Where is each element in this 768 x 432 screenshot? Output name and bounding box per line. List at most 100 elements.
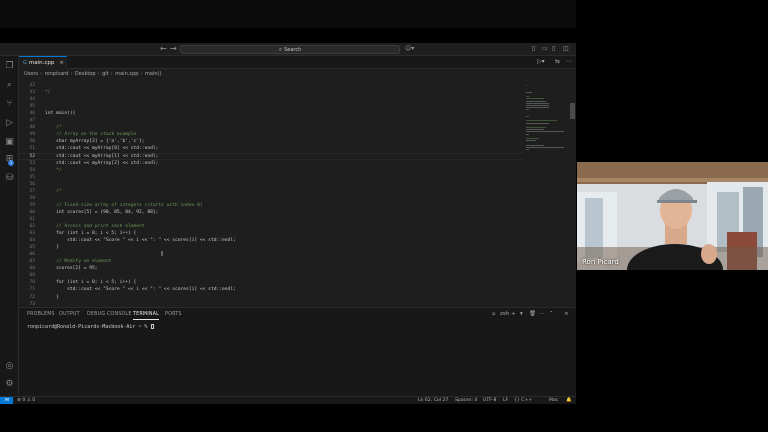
activity-bar: ❐ ⌕ ⑂ ▷ ▣ ⊞ 1 ⛁ ◎ ⚙ [0,56,19,396]
new-terminal-icon[interactable]: + [511,311,516,317]
code-line[interactable]: std::cout << myArray[2] << std::endl; [45,161,158,166]
line-number: 69 [29,273,35,279]
settings-gear-icon[interactable]: ⚙ [4,379,15,390]
toggle-panel-icon[interactable]: ▭ [542,45,548,52]
close-tab-icon[interactable]: × [59,57,64,69]
screen: ← → ⌕ Search ☺▾ ▯ ▭ ▯ ◫ ❐ ⌕ ⑂ ▷ ▣ ⊞ 1 ⛁ ◎… [0,0,768,432]
tab-problems[interactable]: PROBLEMS [27,312,55,317]
minimap-line [526,138,540,139]
minimap[interactable] [523,80,569,342]
notifications-bell-icon[interactable]: 🔔 [566,398,572,403]
code-line[interactable]: /* [45,189,62,194]
kill-terminal-icon[interactable]: 🗑 [529,311,536,317]
language-mode[interactable]: {} C++ [514,398,532,403]
minimap-line [526,100,546,102]
compare-icon[interactable]: ⇆ [555,58,560,65]
code-line[interactable]: */ [45,90,51,95]
breadcrumb-item[interactable]: Users [24,71,38,77]
line-number: 54 [29,167,35,173]
code-line[interactable]: for (int i = 0; i < 5; i++) { [45,231,136,236]
minimap-line [526,140,537,142]
minimap-line [526,98,545,100]
more-panel-actions-icon[interactable]: ⋯ [539,311,545,317]
split-terminal-icon[interactable]: ▾ [520,311,523,317]
run-file-icon[interactable]: ▷▾ [537,58,545,65]
code-line[interactable]: char myArray[3] = {'a','b','c'}; [45,139,145,144]
minimap-line [526,102,549,104]
search-view-icon[interactable]: ⌕ [4,80,15,91]
forward-arrow-icon[interactable]: → [170,44,177,53]
platform-label[interactable]: Mac [549,398,558,403]
line-number: 46 [29,111,35,117]
code-line[interactable]: scores[2] = 95; [45,266,98,271]
breadcrumb-item[interactable]: git [102,71,109,77]
code-line[interactable]: int scores[5] = {90, 85, 84, 92, 88}; [45,210,158,215]
terminal-shell-label[interactable]: zsh [500,311,509,317]
toggle-sidebar-icon[interactable]: ▯ [532,45,535,52]
tab-ports[interactable]: PORTS [165,312,182,317]
error-count: 0 [22,398,26,403]
breadcrumb-item[interactable]: main.cpp [115,71,138,77]
minimap-line [526,149,529,150]
code-line[interactable]: std::cout << "Score " << i << ": " << sc… [45,287,236,292]
line-number: 51 [29,146,35,152]
encoding[interactable]: UTF-8 [483,398,496,403]
code-line[interactable]: for (int i = 0; i < 5; i++) { [45,280,136,285]
copilot-icon[interactable]: ☺▾ [405,45,414,52]
account-icon[interactable]: ◎ [4,361,15,372]
terminal-output[interactable]: ronpicard@Ronald-Picards-Macbook-Air ~ % [27,324,155,330]
maximize-panel-icon[interactable]: ⌃ [549,311,554,317]
webcam-video: Ron Picard [577,162,768,270]
code-line[interactable]: // Fixed-size array of integers (starts … [45,203,203,208]
database-icon[interactable]: ⛁ [4,173,15,184]
code-line[interactable]: // Modify an element [45,259,111,264]
line-number: 66 [29,252,35,258]
source-control-icon[interactable]: ⑂ [4,99,15,110]
code-line[interactable]: // Access and print each element [45,224,145,229]
code-line[interactable]: std::cout << "Score " << i << ": " << sc… [45,238,236,243]
line-number: 71 [29,287,35,293]
code-line[interactable]: // Array on the stack example [45,132,136,137]
run-debug-icon[interactable]: ▷ [4,118,15,129]
code-line[interactable]: std::cout << myArray[1] << std::endl; [45,154,158,159]
cursor-position[interactable]: Ln 62, Col 27 [418,398,448,403]
command-center-search[interactable]: ⌕ Search [180,45,400,54]
explorer-icon[interactable]: ❐ [4,61,15,72]
back-arrow-icon[interactable]: ← [160,44,167,53]
breadcrumb-item[interactable]: main() [145,71,161,77]
tab-output[interactable]: OUTPUT [59,312,80,317]
code-line[interactable]: } [45,295,59,300]
code-line[interactable]: std::cout << myArray[0] << std::endl; [45,146,158,151]
line-number: 70 [29,280,35,286]
indentation[interactable]: Spaces: 4 [455,398,477,403]
remote-indicator-icon[interactable]: ⋊ [0,397,13,404]
more-actions-icon[interactable]: ⋯ [566,58,572,65]
terminal-cursor [151,324,155,329]
code-line[interactable]: int main(){ [45,111,75,116]
minimap-line [526,122,549,124]
tab-debug-console[interactable]: DEBUG CONSOLE [87,312,132,317]
end-of-line[interactable]: LF [503,398,508,403]
editor-tab-bar: Gmain.cpp × ▷▾ ⇆ ⋯ [19,56,576,69]
minimap-line [526,96,530,98]
webcam-scene [577,162,768,270]
customize-layout-icon[interactable]: ◫ [563,45,569,52]
line-number: 56 [29,181,35,187]
errors-status[interactable]: ⊗ 0 ⚠ 0 [17,398,35,403]
close-panel-icon[interactable]: × [564,311,569,317]
toggle-secondary-sidebar-icon[interactable]: ▯ [552,45,555,52]
breadcrumb-item[interactable]: Desktop [75,71,96,77]
remote-explorer-icon[interactable]: ▣ [4,137,15,148]
tab-main-cpp[interactable]: Gmain.cpp × [19,56,67,69]
breadcrumb-item[interactable]: ronpicard [45,71,69,77]
code-editor[interactable]: 42 43 44 45 46 47 48 49 50 51 52 53 54 55 56 57 58 59 60 61… [19,80,523,342]
editor-scrollbar[interactable] [570,103,575,119]
code-line[interactable]: */ [45,168,62,173]
line-number: 52 [29,153,35,159]
tab-terminal[interactable]: TERMINAL [133,312,159,320]
minimap-line [526,131,564,133]
code-line[interactable]: /* [45,125,62,130]
code-line[interactable]: } [45,245,59,250]
minimap-line [526,133,529,135]
line-number: 64 [29,238,35,244]
